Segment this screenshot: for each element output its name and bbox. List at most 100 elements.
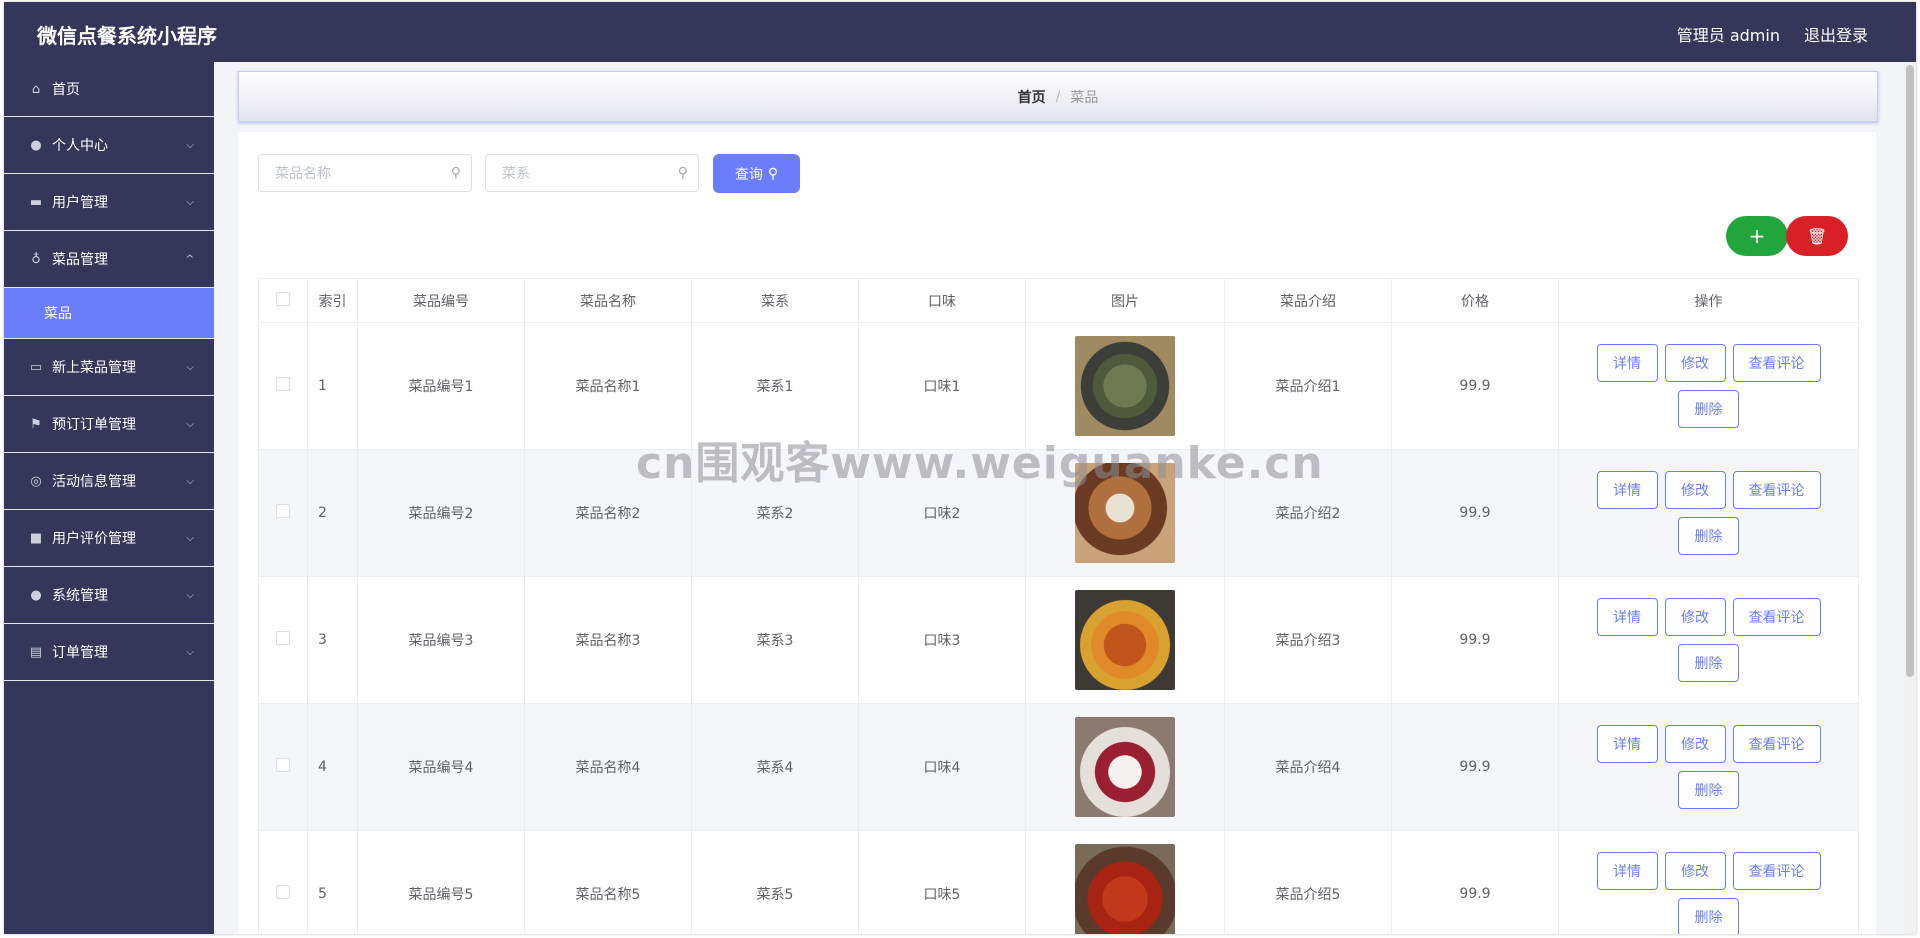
delete-button[interactable]: 删除 (1678, 517, 1739, 555)
add-button[interactable]: + (1726, 216, 1788, 256)
chevron-down-icon: ⌵ (186, 361, 194, 373)
column-header: 菜系 (691, 278, 859, 323)
edit-button[interactable]: 修改 (1664, 598, 1726, 636)
row-checkbox[interactable] (276, 758, 290, 772)
edit-button[interactable]: 修改 (1664, 471, 1726, 509)
sidebar-item-new-dish-management[interactable]: ▭ 新上菜品管理 ⌵ (4, 339, 214, 396)
breadcrumb-separator: / (1055, 88, 1061, 105)
dish-intro: 菜品介绍5 (1224, 830, 1392, 934)
dish-image-cell (1025, 830, 1225, 934)
dish-taste: 口味3 (858, 576, 1026, 704)
logout-link[interactable]: 退出登录 (1804, 22, 1868, 46)
row-actions: 详情 修改 查看评论 删除 (1558, 830, 1859, 934)
sidebar-item-user-reviews[interactable]: ■ 用户评价管理 ⌵ (4, 510, 214, 567)
delete-button[interactable]: 删除 (1678, 898, 1739, 934)
delete-button[interactable]: 删除 (1678, 390, 1739, 428)
mic-icon: ♁ (31, 251, 41, 267)
detail-button[interactable]: 详情 (1596, 471, 1658, 509)
sidebar-item-label: 首页 (52, 82, 80, 98)
select-all-cell (258, 278, 308, 323)
dish-image (1075, 463, 1175, 563)
sidebar-item-user-management[interactable]: ▬ 用户管理 ⌵ (4, 174, 214, 231)
view-reviews-button[interactable]: 查看评论 (1732, 725, 1821, 763)
cuisine-input[interactable] (500, 155, 674, 193)
plus-icon: + (1748, 224, 1766, 248)
view-reviews-button[interactable]: 查看评论 (1732, 852, 1821, 890)
dish-name-input[interactable] (273, 155, 447, 193)
dish-image (1075, 336, 1175, 436)
dish-image (1075, 590, 1175, 690)
view-reviews-button[interactable]: 查看评论 (1732, 344, 1821, 382)
row-index: 5 (307, 830, 358, 934)
dish-intro: 菜品介绍3 (1224, 576, 1392, 704)
card-icon: ▭ (29, 359, 43, 375)
view-reviews-button[interactable]: 查看评论 (1732, 471, 1821, 509)
row-index: 4 (307, 703, 358, 831)
dish-image (1075, 844, 1175, 934)
detail-button[interactable]: 详情 (1596, 725, 1658, 763)
top-bar: 微信点餐系统小程序 管理员 admin 退出登录 (4, 2, 1916, 62)
user-icon: ● (30, 137, 42, 153)
edit-button[interactable]: 修改 (1664, 725, 1726, 763)
column-header: 菜品编号 (357, 278, 525, 323)
row-checkbox[interactable] (276, 504, 290, 518)
sidebar-item-label: 个人中心 (52, 138, 108, 154)
delete-button[interactable]: 删除 (1678, 771, 1739, 809)
dish-code: 菜品编号1 (357, 322, 525, 450)
sidebar-item-personal-center[interactable]: ● 个人中心 ⌵ (4, 117, 214, 174)
detail-button[interactable]: 详情 (1596, 344, 1658, 382)
chevron-up-icon: ^ (185, 253, 194, 265)
scrollbar-thumb[interactable] (1906, 65, 1914, 677)
row-checkbox[interactable] (276, 377, 290, 391)
search-icon: ⚲ (677, 165, 688, 181)
delete-button[interactable]: 删除 (1678, 644, 1739, 682)
table-row: 5 菜品编号5 菜品名称5 菜系5 口味5 菜品介绍5 99.9 详情 修改 查… (258, 830, 1859, 934)
chevron-down-icon: ⌵ (186, 475, 194, 487)
view-reviews-button[interactable]: 查看评论 (1732, 598, 1821, 636)
table-row: 1 菜品编号1 菜品名称1 菜系1 口味1 菜品介绍1 99.9 详情 修改 查… (258, 322, 1859, 450)
edit-button[interactable]: 修改 (1664, 344, 1726, 382)
row-select-cell (258, 322, 308, 450)
dish-code: 菜品编号2 (357, 449, 525, 577)
table-row: 2 菜品编号2 菜品名称2 菜系2 口味2 菜品介绍2 99.9 详情 修改 查… (258, 449, 1859, 577)
dish-image-cell (1025, 449, 1225, 577)
dish-name: 菜品名称5 (524, 830, 692, 934)
detail-button[interactable]: 详情 (1596, 852, 1658, 890)
row-select-cell (258, 576, 308, 704)
sidebar-item-label: 活动信息管理 (52, 474, 136, 490)
sidebar-item-order-management[interactable]: ▤ 订单管理 ⌵ (4, 624, 214, 681)
query-button[interactable]: 查询 ⚲ (713, 154, 800, 193)
detail-button[interactable]: 详情 (1596, 598, 1658, 636)
sidebar-item-activity-info[interactable]: ◎ 活动信息管理 ⌵ (4, 453, 214, 510)
select-all-checkbox[interactable] (276, 291, 290, 306)
sidebar-subitem-dishes[interactable]: 菜品 (4, 288, 214, 339)
dish-name-search-field[interactable]: ⚲ (258, 154, 472, 193)
sidebar-item-home[interactable]: ⌂ 首页 (4, 62, 214, 117)
briefcase-icon: ■ (29, 530, 43, 546)
sidebar-item-dish-management[interactable]: ♁ 菜品管理 ^ (4, 231, 214, 288)
row-checkbox[interactable] (276, 631, 290, 645)
sidebar-item-label: 订单管理 (52, 645, 108, 661)
sidebar-item-system-management[interactable]: ● 系统管理 ⌵ (4, 567, 214, 624)
dish-name: 菜品名称1 (524, 322, 692, 450)
dish-code: 菜品编号5 (357, 830, 525, 934)
flag-icon: ⚑ (30, 416, 42, 432)
dish-image-cell (1025, 703, 1225, 831)
circle-icon: ◎ (30, 473, 42, 489)
sidebar-item-reservation-orders[interactable]: ⚑ 预订订单管理 ⌵ (4, 396, 214, 453)
edit-button[interactable]: 修改 (1664, 852, 1726, 890)
cuisine-search-field[interactable]: ⚲ (485, 154, 699, 193)
dish-name: 菜品名称3 (524, 576, 692, 704)
row-actions: 详情 修改 查看评论 删除 (1558, 449, 1859, 577)
sidebar-item-label: 新上菜品管理 (52, 360, 136, 376)
row-checkbox[interactable] (276, 885, 290, 899)
dish-image-cell (1025, 576, 1225, 704)
dish-intro: 菜品介绍2 (1224, 449, 1392, 577)
chevron-down-icon: ⌵ (186, 646, 194, 658)
dish-price: 99.9 (1391, 449, 1559, 577)
batch-delete-button[interactable]: 🗑 (1786, 216, 1848, 256)
sidebar-subitem-label: 菜品 (44, 306, 72, 322)
chevron-down-icon: ⌵ (186, 589, 194, 601)
dish-price: 99.9 (1391, 830, 1559, 934)
breadcrumb-home[interactable]: 首页 (1018, 87, 1046, 107)
